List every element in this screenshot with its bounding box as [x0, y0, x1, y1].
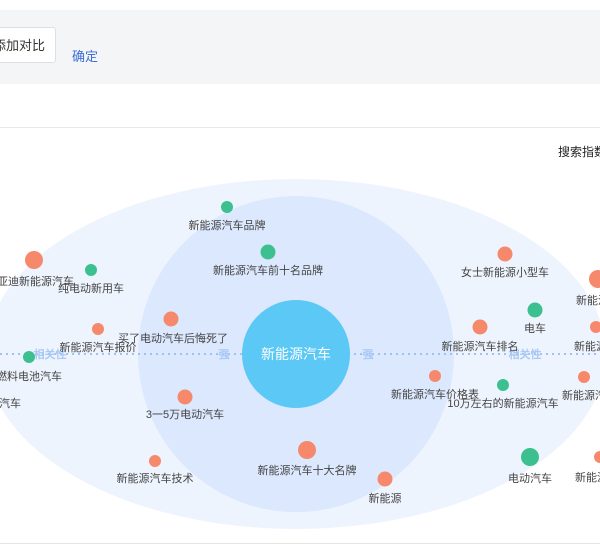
keyword-label: 新能源汽车品牌	[189, 218, 266, 232]
keyword-label: 纯电动新用车	[58, 281, 124, 295]
rising-dot	[149, 455, 161, 467]
falling-dot	[221, 201, 233, 213]
rising-dot	[163, 311, 179, 327]
rising-dot	[497, 246, 513, 262]
falling-dot	[85, 264, 97, 276]
keyword-label: 新能源汽	[574, 339, 600, 353]
keyword-label: 女士新能源小型车	[461, 265, 549, 279]
keyword-label: 电动汽车	[508, 471, 552, 485]
keyword-label: 燃料电池汽车	[0, 369, 62, 383]
falling-dot	[260, 244, 276, 260]
rising-dot	[25, 251, 43, 269]
falling-dot	[527, 302, 543, 318]
axis-label-near-right: 强	[363, 348, 374, 361]
rising-dot	[578, 371, 590, 383]
keyword-label: 新能源	[369, 491, 402, 505]
keyword-label: 3一5万电动汽车	[146, 407, 224, 421]
falling-dot	[23, 351, 35, 363]
keyword-graph: 相关性强强相关性 新能源汽车品牌新能源汽车前十名品牌比亚迪新能源汽车纯电动新用车…	[0, 179, 600, 529]
keyword-label: 电车	[524, 321, 546, 335]
rising-dot	[472, 319, 488, 335]
center-label: 新能源汽车	[261, 346, 331, 362]
rising-dot	[589, 270, 600, 288]
rising-dot	[594, 451, 600, 463]
center-node[interactable]: 新能源汽车	[242, 300, 350, 408]
keyword-label: 新能源汽	[576, 293, 600, 307]
keyword-label: 新能源汽	[562, 388, 600, 402]
keyword-label: 新能源汽车技术	[117, 471, 194, 485]
falling-dot	[521, 448, 539, 466]
keyword-label: 10万左右的新能源汽车	[447, 396, 558, 410]
rising-dot	[92, 323, 104, 335]
falling-dot	[497, 379, 509, 391]
rising-dot	[377, 471, 393, 487]
page: 添加对比 确定 搜索指数 相关性强强相关性 新能源汽车品牌新能源汽车前十名品牌比…	[0, 0, 600, 550]
keyword-label: 买了电动汽车后悔死了	[118, 331, 228, 345]
rising-dot	[429, 370, 441, 382]
rising-dot	[298, 441, 316, 459]
keyword-label: 新能源汽车前十名品牌	[213, 263, 323, 277]
keyword-label: 新能源汽	[575, 470, 600, 484]
bottom-border	[0, 543, 600, 544]
keyword-node[interactable]: 新能源汽	[575, 451, 600, 484]
rising-dot	[177, 389, 193, 405]
keyword-label: 新能源汽车十大名牌	[258, 463, 357, 477]
keyword-label: 汽车	[0, 396, 21, 410]
keyword-label: 新能源汽车排名	[442, 339, 519, 353]
axis-label-near-left: 强	[219, 348, 230, 361]
